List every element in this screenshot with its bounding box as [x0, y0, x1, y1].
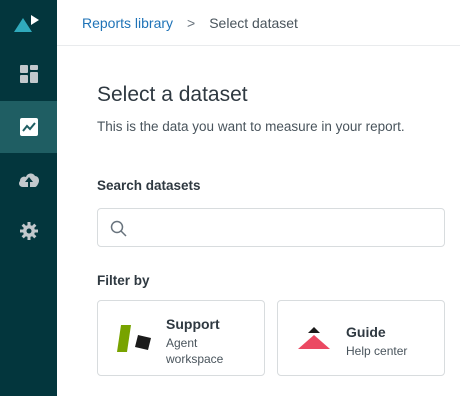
sidebar-item-dashboard[interactable] — [0, 48, 57, 100]
search-input[interactable] — [132, 209, 432, 246]
sidebar-item-settings[interactable] — [0, 205, 57, 257]
filter-card-subtitle: Help center — [346, 344, 408, 358]
guide-product-logo-icon — [296, 322, 332, 359]
page-title: Select a dataset — [97, 83, 248, 106]
filter-card-support[interactable]: Support Agent workspace — [97, 300, 265, 376]
gear-icon — [19, 222, 38, 240]
reports-chart-icon — [19, 118, 38, 136]
filter-card-title: Support — [166, 316, 220, 332]
sidebar-item-upload[interactable] — [0, 154, 57, 206]
breadcrumb-separator: > — [187, 14, 196, 31]
dashboard-icon — [19, 65, 38, 83]
sidebar — [0, 0, 57, 396]
filter-card-title: Guide — [346, 324, 386, 340]
zendesk-explore-logo-icon[interactable] — [14, 12, 42, 36]
cloud-upload-icon — [18, 171, 40, 189]
search-label: Search datasets — [97, 178, 201, 193]
filter-card-subtitle: Agent workspace — [166, 336, 224, 366]
sidebar-item-reports[interactable] — [0, 101, 57, 153]
breadcrumb: Reports library > Select dataset — [57, 0, 460, 46]
filter-card-guide[interactable]: Guide Help center — [277, 300, 445, 376]
search-icon — [110, 220, 127, 242]
search-datasets-field[interactable] — [97, 208, 445, 247]
support-product-logo-icon — [116, 322, 152, 359]
breadcrumb-link-reports-library[interactable]: Reports library — [82, 15, 173, 31]
page-subtitle: This is the data you want to measure in … — [97, 119, 405, 134]
filter-label: Filter by — [97, 273, 150, 288]
breadcrumb-current: Select dataset — [209, 14, 298, 31]
